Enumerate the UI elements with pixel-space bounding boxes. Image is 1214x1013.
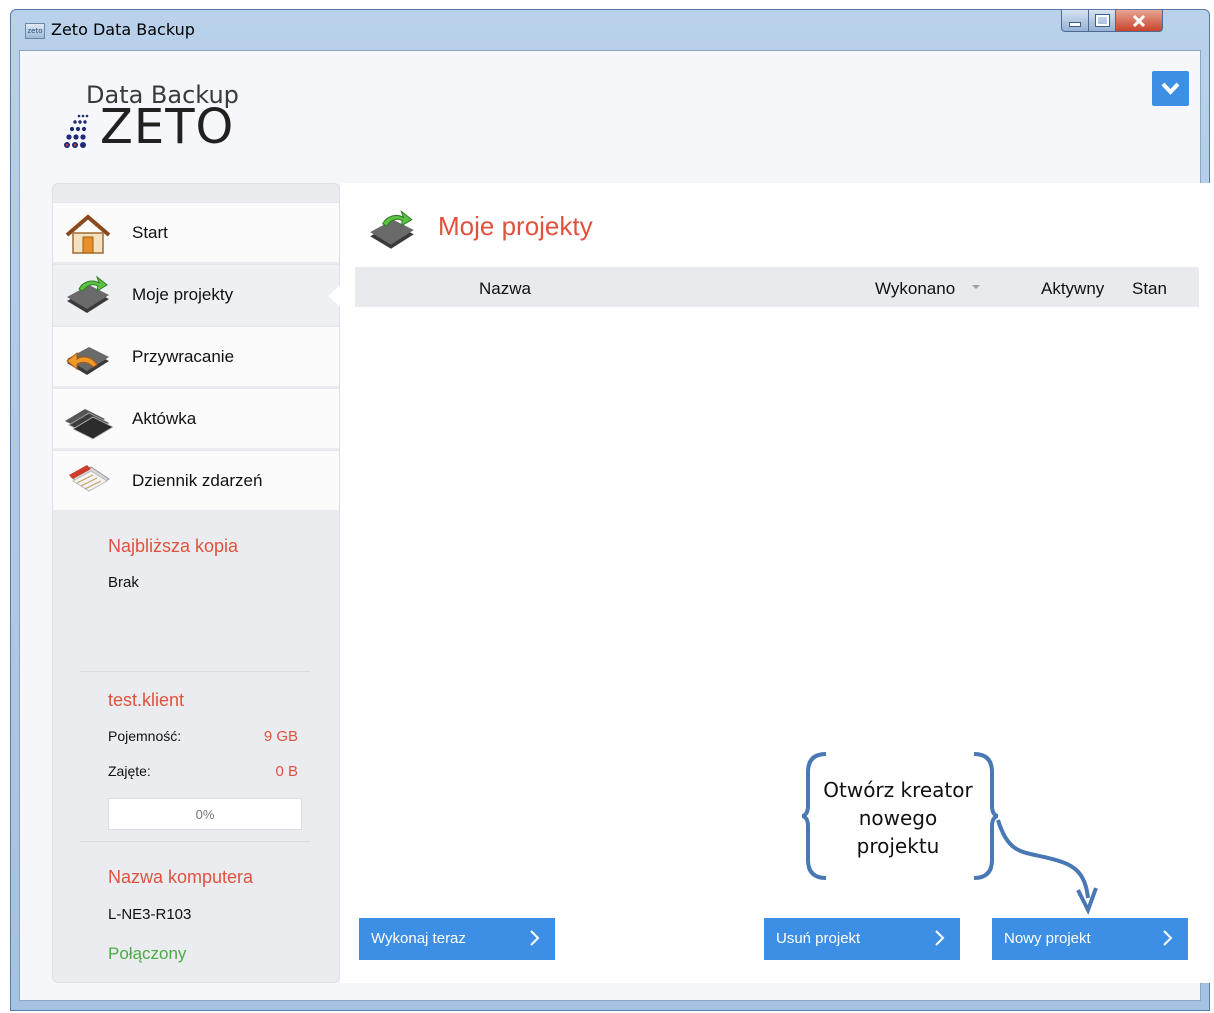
chevron-right-icon bbox=[530, 930, 540, 946]
used-label: Zajęte: bbox=[108, 763, 151, 779]
sidebar-item-start[interactable]: Start bbox=[53, 202, 339, 262]
capacity-label: Pojemność: bbox=[108, 728, 182, 744]
briefcase-icon bbox=[65, 409, 113, 440]
sidebar-item-label: Dziennik zdarzeń bbox=[132, 471, 263, 490]
used-value: 0 B bbox=[275, 763, 298, 780]
title-bar[interactable]: zeto Zeto Data Backup bbox=[11, 10, 1209, 50]
sort-arrow-icon bbox=[972, 285, 980, 289]
projects-icon bbox=[370, 209, 414, 249]
projects-icon bbox=[67, 275, 109, 313]
chevron-down-icon bbox=[1161, 82, 1180, 95]
close-button[interactable] bbox=[1115, 10, 1163, 32]
sidebar-item-briefcase[interactable]: Aktówka bbox=[53, 388, 339, 448]
log-icon bbox=[69, 465, 110, 492]
sidebar: Start Moje projekty Przywracanie Aktówka… bbox=[52, 183, 340, 983]
new-project-label: Nowy projekt bbox=[1004, 930, 1091, 947]
annotation-text: Otwórz kreator nowego projektu bbox=[818, 776, 978, 860]
new-project-button[interactable]: Nowy projekt bbox=[992, 918, 1188, 960]
capacity-value: 9 GB bbox=[263, 728, 298, 745]
column-header-state[interactable]: Stan bbox=[1132, 279, 1167, 299]
logo-mark bbox=[64, 114, 89, 148]
sidebar-item-my-projects[interactable]: Moje projekty bbox=[53, 264, 340, 324]
computer-name-heading: Nazwa komputera bbox=[108, 867, 254, 887]
logo-title: ZETO bbox=[100, 99, 235, 155]
chevron-right-icon bbox=[935, 930, 945, 946]
next-backup-heading: Najbliższa kopia bbox=[108, 536, 239, 556]
column-header-name[interactable]: Nazwa bbox=[479, 279, 531, 299]
next-backup-value: Brak bbox=[108, 574, 139, 591]
sidebar-item-label: Start bbox=[132, 223, 168, 242]
column-header-active[interactable]: Aktywny bbox=[1041, 279, 1104, 299]
active-indicator bbox=[328, 285, 340, 307]
menu-dropdown-button[interactable] bbox=[1152, 71, 1189, 106]
divider bbox=[80, 671, 310, 672]
sidebar-item-label: Przywracanie bbox=[132, 347, 235, 366]
close-icon bbox=[1132, 14, 1146, 28]
divider bbox=[80, 841, 310, 842]
computer-name-value: L-NE3-R103 bbox=[108, 906, 192, 923]
chevron-right-icon bbox=[1163, 930, 1173, 946]
sidebar-item-label: Moje projekty bbox=[132, 285, 234, 304]
home-icon bbox=[65, 214, 111, 254]
usage-progress-text: 0% bbox=[195, 807, 215, 822]
minimize-button[interactable] bbox=[1061, 10, 1089, 32]
column-header-done[interactable]: Wykonano bbox=[875, 279, 955, 299]
sidebar-item-event-log[interactable]: Dziennik zdarzeń bbox=[53, 450, 339, 510]
run-now-button[interactable]: Wykonaj teraz bbox=[359, 918, 555, 960]
minimize-icon bbox=[1069, 22, 1081, 27]
account-heading: test.klient bbox=[108, 690, 185, 710]
usage-progress-bar: 0% bbox=[108, 798, 302, 830]
connection-status: Połączony bbox=[108, 944, 187, 963]
maximize-button[interactable] bbox=[1088, 10, 1116, 32]
sidebar-item-restore[interactable]: Przywracanie bbox=[53, 326, 339, 386]
annotation-line: Otwórz kreator bbox=[823, 778, 973, 802]
annotation-line: projektu bbox=[856, 834, 940, 858]
delete-project-button[interactable]: Usuń projekt bbox=[764, 918, 960, 960]
annotation-line: nowego bbox=[858, 806, 938, 830]
window-title: Zeto Data Backup bbox=[51, 20, 195, 39]
page-title: Moje projekty bbox=[438, 211, 593, 241]
sidebar-item-label: Aktówka bbox=[132, 409, 197, 428]
run-now-label: Wykonaj teraz bbox=[371, 930, 466, 947]
delete-project-label: Usuń projekt bbox=[776, 930, 861, 947]
app-icon: zeto bbox=[25, 23, 45, 39]
restore-icon bbox=[66, 347, 109, 375]
projects-table-header: Nazwa Wykonano Aktywny Stan bbox=[355, 267, 1199, 307]
maximize-icon bbox=[1094, 14, 1110, 27]
